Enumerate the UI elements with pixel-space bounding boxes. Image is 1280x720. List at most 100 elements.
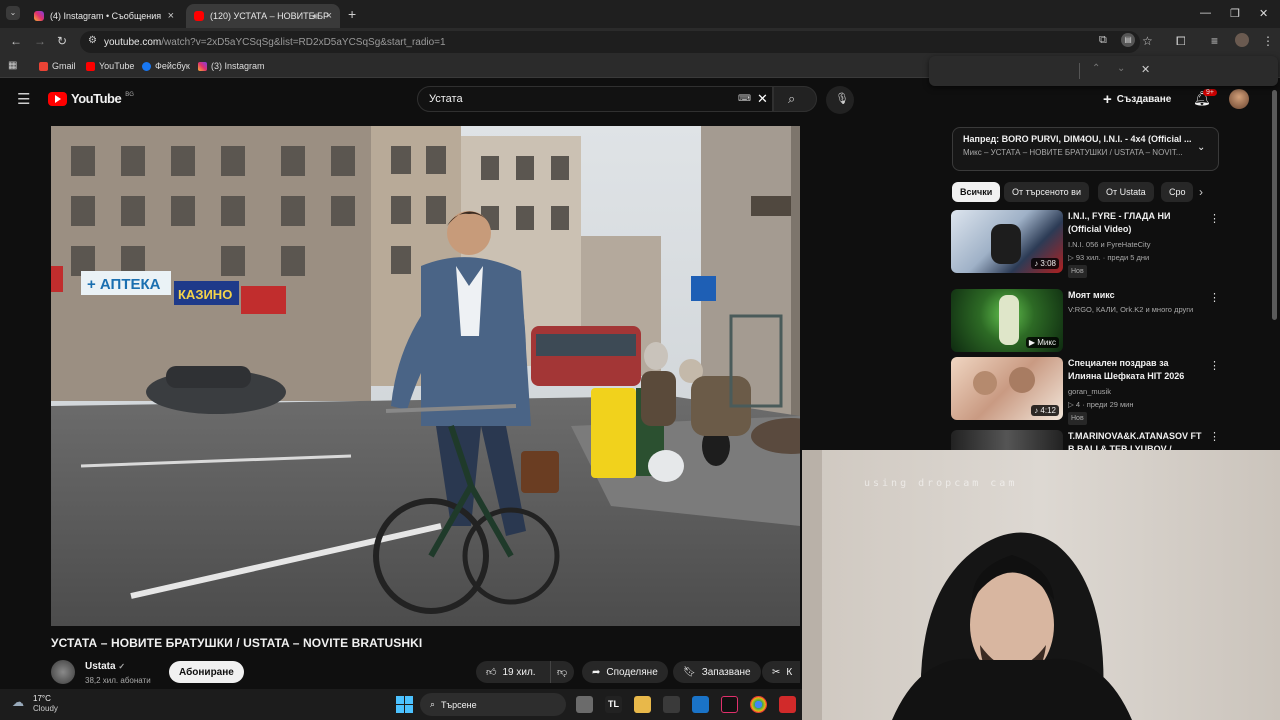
duration-badge: ▶ Микс: [1025, 337, 1059, 348]
file-explorer-icon[interactable]: [634, 696, 651, 713]
media-icon[interactable]: ≡: [1211, 34, 1218, 48]
bookmark-youtube[interactable]: YouTube: [86, 61, 134, 71]
chips-next-icon[interactable]: ›: [1199, 185, 1203, 199]
tab-label: (120) УСТАТА – НОВИТЕ БР: [210, 11, 330, 21]
youtube-icon: [86, 61, 95, 71]
find-close-icon[interactable]: ✕: [1141, 63, 1150, 76]
page-scrollbar[interactable]: [1272, 90, 1277, 320]
video-thumbnail[interactable]: ♪ 3:08: [951, 210, 1063, 273]
mic-icon: 🎙︎: [835, 93, 849, 105]
voice-search-button[interactable]: 🎙︎: [826, 86, 854, 114]
close-tab-icon[interactable]: ×: [168, 10, 174, 22]
keyboard-icon[interactable]: ⌨: [738, 93, 751, 104]
account-avatar[interactable]: [1229, 89, 1249, 109]
subscribe-button[interactable]: Абониране: [169, 661, 244, 683]
search-input[interactable]: Устата ⌨ ✕: [417, 86, 773, 112]
reader-icon[interactable]: ▤: [1121, 33, 1135, 47]
bookmark-star-icon[interactable]: ☆: [1142, 34, 1153, 48]
share-button[interactable]: ➦ Споделяне: [582, 661, 668, 683]
video-thumbnail[interactable]: [951, 430, 1063, 450]
dislike-button[interactable]: 👎︎: [550, 661, 574, 683]
youtube-logo[interactable]: YouTube BG: [48, 91, 134, 106]
outlook-icon[interactable]: [692, 696, 709, 713]
close-tab-icon[interactable]: ×: [326, 10, 332, 22]
task-view-icon[interactable]: [576, 696, 593, 713]
webcam-watermark: using dropcam cam: [864, 478, 1018, 489]
find-prev-icon[interactable]: ⌃: [1092, 63, 1100, 74]
close-window-icon[interactable]: ✕: [1259, 7, 1268, 20]
channel-avatar[interactable]: [51, 660, 75, 684]
thumbs-down-icon: 👎︎: [557, 667, 568, 678]
duration-label: 4:12: [1040, 406, 1056, 415]
gmail-icon: [39, 61, 48, 71]
profile-avatar[interactable]: [1235, 33, 1249, 47]
weather-temp[interactable]: 17°C: [33, 694, 51, 703]
playlist-panel[interactable]: Напред: BORO PURVI, DIM4OU, I.N.I. - 4x4…: [952, 127, 1219, 171]
site-info-icon[interactable]: ⚙: [88, 35, 97, 46]
chip-all[interactable]: Всички: [952, 182, 1001, 202]
verified-icon: ✓: [118, 662, 126, 671]
new-tab-icon[interactable]: +: [348, 6, 356, 22]
back-icon[interactable]: ←: [10, 34, 22, 48]
logo-text: YouTube: [71, 91, 122, 106]
video-title: T.MARINOVA&K.ATANASOV FT B.BALI & TEB LY…: [1068, 431, 1202, 450]
find-next-icon[interactable]: ⌄: [1117, 63, 1125, 74]
store-icon[interactable]: [663, 696, 680, 713]
chip-more[interactable]: Сро: [1161, 182, 1193, 202]
youtube-icon: [194, 11, 204, 21]
tab-instagram[interactable]: (4) Instagram • Съобщения ×: [26, 4, 182, 28]
chip-from-channel[interactable]: От Ustata: [1098, 182, 1154, 202]
chrome-icon[interactable]: [750, 696, 767, 713]
app-w-icon[interactable]: [779, 696, 796, 713]
channel-name[interactable]: Ustata ✓: [85, 661, 125, 672]
more-options-icon[interactable]: ⋮: [1209, 430, 1219, 443]
bookmark-label: YouTube: [99, 61, 135, 71]
bookmark-instagram[interactable]: (3) Instagram: [198, 61, 265, 71]
recommended-video[interactable]: ♪ 3:08 I.N.I., FYRE - ГЛАДА НИ (Official…: [951, 210, 1220, 278]
video-thumbnail[interactable]: ♪ 4:12: [951, 357, 1063, 420]
weather-desc[interactable]: Cloudy: [33, 704, 58, 713]
tab-youtube[interactable]: (120) УСТАТА – НОВИТЕ БР 🔊︎ ×: [186, 4, 340, 28]
recommended-video[interactable]: T.MARINOVA&K.ATANASOV FT B.BALI & TEB LY…: [951, 430, 1219, 450]
create-button[interactable]: + Създаване: [1103, 91, 1171, 108]
tab-label: (4) Instagram • Съобщения: [50, 11, 162, 21]
like-button[interactable]: 👍︎ 19 хил.: [476, 661, 550, 683]
address-bar[interactable]: ⚙ youtube.com/watch?v=2xD5aYCSqSg&list=R…: [80, 31, 1140, 53]
app-tl-icon[interactable]: TL: [605, 696, 622, 713]
save-button[interactable]: 🔖︎ Запазване: [673, 661, 761, 683]
recommended-mix[interactable]: ▶ Микс Моят микс V:RGO, КАЛИ, Ork.K2 и м…: [951, 289, 1220, 355]
save-icon: 🔖︎: [683, 666, 696, 678]
recommended-video[interactable]: ♪ 4:12 Специален поздрав за Илияна Шефка…: [951, 357, 1220, 425]
menu-icon[interactable]: ⋮: [1262, 34, 1274, 48]
search-button[interactable]: ⌕: [773, 86, 817, 112]
tab-search-icon[interactable]: ⌄: [6, 6, 20, 20]
maximize-icon[interactable]: ❐: [1230, 7, 1240, 20]
video-title: УСТАТА – НОВИТЕ БРАТУШКИ / USTATA – NOVI…: [51, 636, 423, 650]
play-icon: ▷: [1068, 400, 1076, 409]
video-thumbnail[interactable]: ▶ Микс: [951, 289, 1063, 352]
more-options-icon[interactable]: ⋮: [1209, 359, 1220, 372]
bookmark-gmail[interactable]: Gmail: [39, 61, 76, 71]
new-badge: Нов: [1068, 265, 1087, 278]
more-options-icon[interactable]: ⋮: [1209, 212, 1220, 225]
apps-icon[interactable]: ▦: [8, 60, 17, 71]
channel-name-label: Ustata: [85, 661, 116, 672]
audio-icon[interactable]: 🔊︎: [312, 11, 318, 22]
expand-chevron-icon[interactable]: ⌄: [1197, 142, 1205, 153]
install-icon[interactable]: ⧉: [1099, 34, 1107, 47]
extensions-icon[interactable]: ⧠: [1176, 34, 1186, 49]
windows-start-icon[interactable]: [396, 696, 413, 713]
video-player[interactable]: + АПТЕКА КАЗИНО: [51, 126, 800, 626]
taskbar-search[interactable]: ⌕ Търсене: [420, 693, 566, 716]
clip-button[interactable]: ✂ К: [762, 661, 800, 683]
minimize-icon[interactable]: —: [1200, 7, 1211, 19]
thumb-figure: [991, 224, 1021, 264]
forward-icon[interactable]: →: [34, 34, 46, 48]
reload-icon[interactable]: ↻: [57, 34, 67, 48]
hamburger-icon[interactable]: ☰: [17, 90, 30, 108]
bookmark-facebook[interactable]: Фейсбук: [142, 61, 190, 71]
chip-related[interactable]: От търсеното ви: [1004, 182, 1089, 202]
more-options-icon[interactable]: ⋮: [1209, 291, 1220, 304]
tiktok-icon[interactable]: [721, 696, 738, 713]
clear-search-icon[interactable]: ✕: [757, 91, 768, 107]
